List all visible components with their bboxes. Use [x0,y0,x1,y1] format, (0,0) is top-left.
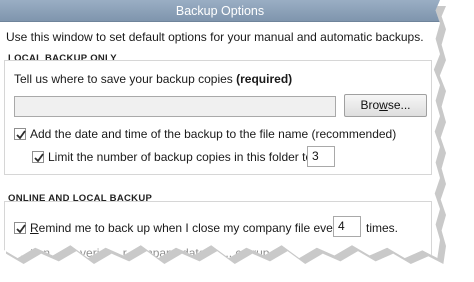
checkmark-icon [16,130,26,140]
remind-label-text: emind me to back up when I close my comp… [38,221,343,235]
browse-label-a: Bro [360,98,380,112]
add-date-time-checkbox[interactable] [14,128,26,140]
title-bar: Backup Options [0,0,440,22]
checkmark-icon [34,153,44,163]
backup-options-dialog: Backup Options Use this window to set de… [0,0,440,258]
save-location-prompt: Tell us where to save your backup copies… [14,72,292,86]
limit-copies-input[interactable]: 3 [307,146,335,167]
browse-button[interactable]: Browse... [344,94,427,117]
save-location-prompt-text: Tell us where to save your backup copies [14,72,233,86]
remind-times-suffix: times. [366,221,399,235]
required-marker: (required) [236,72,293,86]
browse-label-b: se... [387,98,411,112]
window-title: Backup Options [175,4,265,18]
backup-path-input[interactable] [14,96,336,117]
remind-accel: R [30,221,39,235]
remind-frequency-input[interactable]: 4 [333,216,361,237]
remind-backup-checkbox[interactable] [14,222,26,234]
remind-backup-label: Remind me to back up when I close my com… [30,221,343,235]
limit-copies-label: Limit the number of backup copies in thi… [48,150,313,164]
limit-copies-checkbox[interactable] [32,151,44,163]
checkmark-icon [16,224,26,234]
intro-text: Use this window to set default options f… [6,30,424,44]
browse-label-accel: w [379,98,388,112]
add-date-time-label: Add the date and time of the backup to t… [30,127,397,141]
